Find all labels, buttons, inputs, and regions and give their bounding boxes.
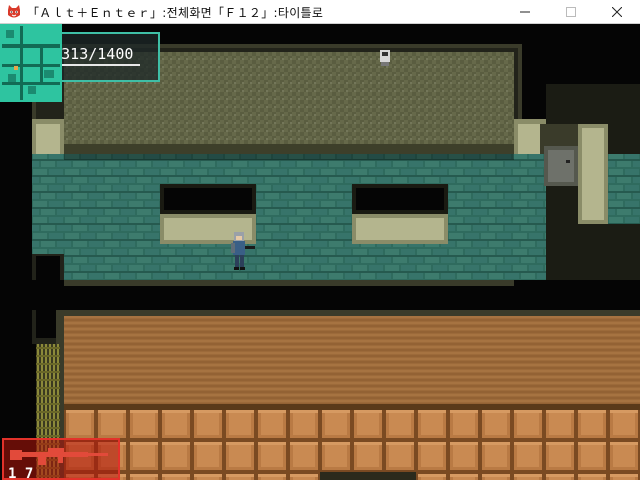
- app-cat-icon: [8, 5, 20, 18]
- ammo-count: 1 7: [8, 466, 34, 480]
- window-titlebar[interactable]: 「Ａｌｔ＋Ｅｎｔｅｒ」:전체화면「Ｆ１２」:타이틀로: [0, 0, 640, 24]
- security-camera-icon: [380, 50, 390, 66]
- window-title: 「Ａｌｔ＋Ｅｎｔｅｒ」:전체화면「Ｆ１２」:타이틀로: [27, 6, 324, 20]
- minimize-icon: [520, 11, 530, 13]
- map-scene: [0, 24, 640, 480]
- maximize-button[interactable]: [548, 0, 594, 24]
- rifle-icon: [10, 448, 108, 465]
- weapon-panel: 1 7: [2, 438, 120, 480]
- minimize-button[interactable]: [502, 0, 548, 24]
- minimap: [0, 24, 62, 102]
- maximize-icon: [566, 7, 576, 17]
- close-icon: [612, 7, 622, 17]
- game-viewport[interactable]: LIFE1313/1400 1 7: [0, 24, 640, 480]
- close-button[interactable]: [594, 0, 640, 24]
